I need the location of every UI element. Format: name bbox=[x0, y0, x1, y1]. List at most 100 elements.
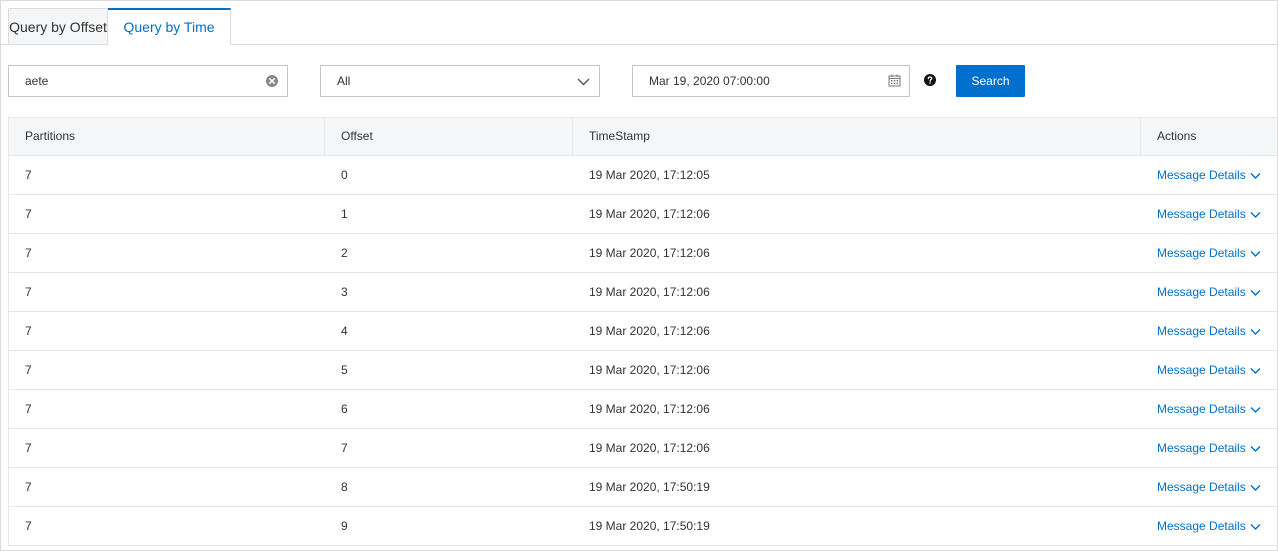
cell-timestamp: 19 Mar 2020, 17:50:19 bbox=[589, 519, 710, 533]
table-body: 7 0 19 Mar 2020, 17:12:05 Message Details 7 1… bbox=[9, 156, 1277, 546]
message-details-label: Message Details bbox=[1157, 168, 1246, 182]
tab-query-by-offset[interactable]: Query by Offset bbox=[8, 8, 108, 44]
cell-offset: 9 bbox=[341, 519, 348, 533]
chevron-down-icon bbox=[1250, 211, 1261, 218]
question-circle-icon[interactable] bbox=[924, 74, 936, 86]
cell-timestamp: 19 Mar 2020, 17:12:06 bbox=[589, 246, 710, 260]
table-row: 7 1 19 Mar 2020, 17:12:06 Message Details bbox=[9, 195, 1277, 234]
cell-timestamp: 19 Mar 2020, 17:12:05 bbox=[589, 168, 710, 182]
chevron-down-icon bbox=[1250, 367, 1261, 374]
chevron-down-icon bbox=[1250, 328, 1261, 335]
table-row: 7 7 19 Mar 2020, 17:12:06 Message Details bbox=[9, 429, 1277, 468]
cell-timestamp: 19 Mar 2020, 17:12:06 bbox=[589, 441, 710, 455]
message-details-link[interactable]: Message Details bbox=[1157, 351, 1261, 389]
cell-actions: Message Details bbox=[1141, 429, 1277, 467]
cell-offset: 5 bbox=[341, 363, 348, 377]
datetime-value: Mar 19, 2020 07:00:00 bbox=[649, 74, 770, 88]
cell-timestamp: 19 Mar 2020, 17:12:06 bbox=[589, 207, 710, 221]
message-details-label: Message Details bbox=[1157, 285, 1246, 299]
table-row: 7 9 19 Mar 2020, 17:50:19 Message Details bbox=[9, 507, 1277, 546]
column-header-timestamp: TimeStamp bbox=[573, 118, 1141, 155]
cell-offset: 6 bbox=[341, 402, 348, 416]
cell-offset: 8 bbox=[341, 480, 348, 494]
chevron-down-icon bbox=[577, 78, 590, 86]
message-details-label: Message Details bbox=[1157, 324, 1246, 338]
message-details-link[interactable]: Message Details bbox=[1157, 156, 1261, 194]
chevron-down-icon bbox=[1250, 445, 1261, 452]
cell-partition: 7 bbox=[25, 285, 32, 299]
table-row: 7 6 19 Mar 2020, 17:12:06 Message Details bbox=[9, 390, 1277, 429]
cell-actions: Message Details bbox=[1141, 156, 1277, 194]
column-header-partitions: Partitions bbox=[9, 118, 325, 155]
message-details-label: Message Details bbox=[1157, 402, 1246, 416]
cell-offset: 0 bbox=[341, 168, 348, 182]
message-details-label: Message Details bbox=[1157, 519, 1246, 533]
cell-actions: Message Details bbox=[1141, 507, 1277, 545]
cell-partition: 7 bbox=[25, 324, 32, 338]
search-button[interactable]: Search bbox=[956, 65, 1025, 97]
calendar-icon[interactable] bbox=[888, 74, 901, 87]
message-details-link[interactable]: Message Details bbox=[1157, 312, 1261, 350]
cell-timestamp: 19 Mar 2020, 17:12:06 bbox=[589, 324, 710, 338]
partition-select-value: All bbox=[337, 74, 351, 88]
message-details-link[interactable]: Message Details bbox=[1157, 390, 1261, 428]
cell-actions: Message Details bbox=[1141, 351, 1277, 389]
cell-partition: 7 bbox=[25, 207, 32, 221]
column-header-actions: Actions bbox=[1157, 129, 1197, 143]
cell-timestamp: 19 Mar 2020, 17:12:06 bbox=[589, 402, 710, 416]
cell-partition: 7 bbox=[25, 402, 32, 416]
datetime-picker[interactable]: Mar 19, 2020 07:00:00 bbox=[632, 65, 910, 97]
message-details-label: Message Details bbox=[1157, 480, 1246, 494]
table-header: Partitions Offset TimeStamp Actions bbox=[9, 117, 1277, 156]
topic-search-input[interactable] bbox=[25, 66, 255, 96]
message-details-link[interactable]: Message Details bbox=[1157, 234, 1261, 272]
table-row: 7 8 19 Mar 2020, 17:50:19 Message Details bbox=[9, 468, 1277, 507]
chevron-down-icon bbox=[1250, 406, 1261, 413]
cell-offset: 3 bbox=[341, 285, 348, 299]
table-row: 7 0 19 Mar 2020, 17:12:05 Message Details bbox=[9, 156, 1277, 195]
column-header-offset: Offset bbox=[325, 118, 573, 155]
cell-offset: 4 bbox=[341, 324, 348, 338]
cell-timestamp: 19 Mar 2020, 17:12:06 bbox=[589, 363, 710, 377]
partition-select[interactable]: All bbox=[320, 65, 600, 97]
table-row: 7 2 19 Mar 2020, 17:12:06 Message Details bbox=[9, 234, 1277, 273]
table-row: 7 5 19 Mar 2020, 17:12:06 Message Details bbox=[9, 351, 1277, 390]
cell-actions: Message Details bbox=[1141, 390, 1277, 428]
message-query-panel: Query by Offset Query by Time All Mar 19… bbox=[0, 0, 1278, 551]
cell-partition: 7 bbox=[25, 246, 32, 260]
message-details-link[interactable]: Message Details bbox=[1157, 195, 1261, 233]
cell-actions: Message Details bbox=[1141, 468, 1277, 506]
table-row: 7 4 19 Mar 2020, 17:12:06 Message Details bbox=[9, 312, 1277, 351]
topic-search-box bbox=[8, 65, 288, 97]
cell-actions: Message Details bbox=[1141, 273, 1277, 311]
messages-table: Partitions Offset TimeStamp Actions 7 0 19… bbox=[8, 117, 1277, 546]
cell-partition: 7 bbox=[25, 519, 32, 533]
cell-offset: 2 bbox=[341, 246, 348, 260]
cell-partition: 7 bbox=[25, 480, 32, 494]
message-details-link[interactable]: Message Details bbox=[1157, 507, 1261, 545]
chevron-down-icon bbox=[1250, 172, 1261, 179]
table-row: 7 3 19 Mar 2020, 17:12:06 Message Details bbox=[9, 273, 1277, 312]
cell-partition: 7 bbox=[25, 168, 32, 182]
chevron-down-icon bbox=[1250, 484, 1261, 491]
message-details-label: Message Details bbox=[1157, 363, 1246, 377]
query-tabs: Query by Offset Query by Time bbox=[8, 8, 231, 46]
message-details-label: Message Details bbox=[1157, 207, 1246, 221]
message-details-label: Message Details bbox=[1157, 246, 1246, 260]
message-details-link[interactable]: Message Details bbox=[1157, 273, 1261, 311]
cell-partition: 7 bbox=[25, 363, 32, 377]
tab-query-by-time[interactable]: Query by Time bbox=[108, 8, 231, 46]
cell-offset: 7 bbox=[341, 441, 348, 455]
cell-timestamp: 19 Mar 2020, 17:12:06 bbox=[589, 285, 710, 299]
message-details-link[interactable]: Message Details bbox=[1157, 468, 1261, 506]
message-details-label: Message Details bbox=[1157, 441, 1246, 455]
clear-circle-icon[interactable] bbox=[266, 75, 278, 87]
chevron-down-icon bbox=[1250, 523, 1261, 530]
chevron-down-icon bbox=[1250, 289, 1261, 296]
cell-offset: 1 bbox=[341, 207, 348, 221]
message-details-link[interactable]: Message Details bbox=[1157, 429, 1261, 467]
cell-timestamp: 19 Mar 2020, 17:50:19 bbox=[589, 480, 710, 494]
cell-actions: Message Details bbox=[1141, 312, 1277, 350]
chevron-down-icon bbox=[1250, 250, 1261, 257]
cell-actions: Message Details bbox=[1141, 234, 1277, 272]
